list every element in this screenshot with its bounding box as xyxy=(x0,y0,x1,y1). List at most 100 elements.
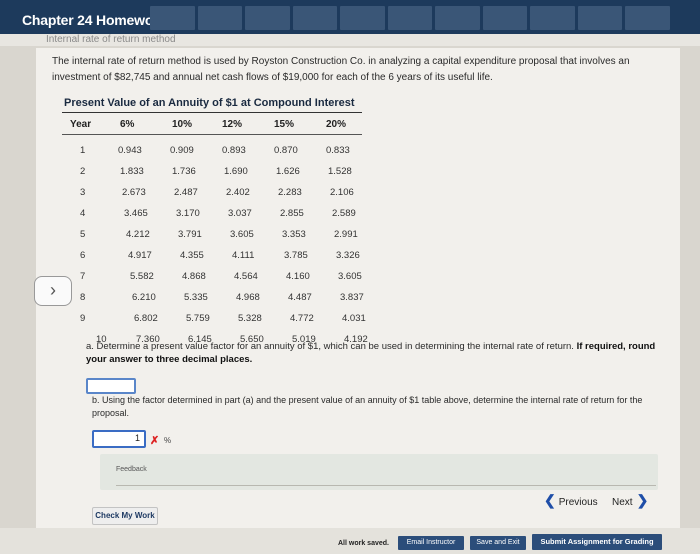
table-value-cell: 4.968 xyxy=(236,292,260,303)
previous-button[interactable]: ❮ Previous xyxy=(544,492,602,510)
question-tab[interactable] xyxy=(340,6,385,30)
table-value-cell: 4.111 xyxy=(232,250,255,261)
incorrect-icon: ✗ xyxy=(150,435,160,447)
table-value-cell: 1.833 xyxy=(120,166,144,177)
table-value-cell: 5.582 xyxy=(130,271,154,282)
question-tab[interactable] xyxy=(245,6,290,30)
table-value-cell: 5.335 xyxy=(184,292,208,303)
check-my-work-button[interactable]: Check My Work xyxy=(92,507,158,525)
table-header: 12% xyxy=(222,119,243,130)
table-year-cell: 8 xyxy=(80,292,86,303)
question-tab[interactable] xyxy=(292,6,338,30)
table-value-cell: 3.465 xyxy=(124,208,148,219)
question-tab[interactable] xyxy=(577,6,623,30)
side-expand-button[interactable]: › xyxy=(34,276,72,306)
table-value-cell: 3.605 xyxy=(230,229,254,240)
question-tab[interactable] xyxy=(387,6,433,30)
save-and-exit-button[interactable]: Save and Exit xyxy=(470,536,526,550)
table-year-cell: 6 xyxy=(80,250,86,261)
table-value-cell: 3.791 xyxy=(178,229,202,240)
table-header: 6% xyxy=(120,119,135,130)
table-value-cell: 4.868 xyxy=(182,271,206,282)
table-value-cell: 2.402 xyxy=(226,187,250,198)
table-year-cell: 2 xyxy=(80,166,86,177)
table-year-cell: 1 xyxy=(80,145,86,156)
table-value-cell: 3.785 xyxy=(284,250,308,261)
table-value-cell: 3.837 xyxy=(340,292,364,303)
table-value-cell: 3.170 xyxy=(176,208,200,219)
table-year-cell: 9 xyxy=(80,313,86,324)
table-value-cell: 2.487 xyxy=(174,187,198,198)
table-value-cell: 4.212 xyxy=(126,229,150,240)
chevron-left-icon: ❮ xyxy=(544,492,556,508)
question-tab[interactable] xyxy=(197,6,243,30)
problem-subtitle: Internal rate of return method xyxy=(46,34,176,45)
table-value-cell: 5.328 xyxy=(238,313,262,324)
table-value-cell: 0.870 xyxy=(274,145,298,156)
percent-unit: % xyxy=(164,436,172,445)
table-value-cell: 2.106 xyxy=(330,187,354,198)
table-value-cell: 2.589 xyxy=(332,208,356,219)
table-value-cell: 4.917 xyxy=(128,250,152,261)
next-label: Next xyxy=(612,497,633,508)
table-value-cell: 1.690 xyxy=(224,166,248,177)
feedback-label: Feedback xyxy=(116,466,147,473)
table-value-cell: 4.031 xyxy=(342,313,366,324)
answer-b-input[interactable]: 1 xyxy=(92,430,146,448)
table-value-cell: 0.893 xyxy=(222,145,246,156)
table-value-cell: 3.326 xyxy=(336,250,360,261)
table-value-cell: 4.487 xyxy=(288,292,312,303)
table-year-cell: 5 xyxy=(80,229,86,240)
pv-table-title: Present Value of an Annuity of $1 at Com… xyxy=(64,97,355,109)
table-value-cell: 0.909 xyxy=(170,145,194,156)
table-value-cell: 4.160 xyxy=(286,271,310,282)
question-tab[interactable] xyxy=(482,6,528,30)
table-value-cell: 4.355 xyxy=(180,250,204,261)
table-header: 10% xyxy=(172,119,193,130)
table-value-cell: 3.605 xyxy=(338,271,362,282)
table-value-cell: 2.673 xyxy=(122,187,146,198)
table-value-cell: 2.283 xyxy=(278,187,302,198)
table-value-cell: 0.833 xyxy=(326,145,350,156)
table-header: Year xyxy=(70,119,92,130)
table-value-cell: 5.759 xyxy=(186,313,210,324)
chapter-title: Chapter 24 Homework xyxy=(22,12,167,28)
table-year-cell: 3 xyxy=(80,187,86,198)
chevron-right-icon: ❯ xyxy=(636,492,649,508)
table-value-cell: 3.037 xyxy=(228,208,252,219)
table-header: 20% xyxy=(326,119,347,130)
question-a-text: a. Determine a present value factor for … xyxy=(86,341,574,352)
previous-label: Previous xyxy=(558,497,598,508)
table-header-rule xyxy=(62,134,362,135)
question-tab[interactable] xyxy=(530,6,575,30)
question-tab[interactable] xyxy=(435,6,480,30)
answer-b-value: 1 xyxy=(134,433,140,443)
table-value-cell: 1.528 xyxy=(328,166,352,177)
chevron-right-icon: › xyxy=(50,280,56,300)
table-year-cell: 4 xyxy=(80,208,86,219)
question-a: a. Determine a present value factor for … xyxy=(86,340,666,366)
table-value-cell: 2.991 xyxy=(334,229,358,240)
table-value-cell: 0.943 xyxy=(118,145,142,156)
table-value-cell: 1.736 xyxy=(172,166,196,177)
email-instructor-button[interactable]: Email Instructor xyxy=(398,536,464,550)
answer-a-input[interactable] xyxy=(86,378,136,394)
table-value-cell: 1.626 xyxy=(276,166,300,177)
table-value-cell: 4.564 xyxy=(234,271,258,282)
table-year-cell: 7 xyxy=(80,271,86,282)
table-header: 15% xyxy=(274,119,295,130)
question-tab[interactable] xyxy=(625,6,671,30)
table-value-cell: 2.855 xyxy=(280,208,304,219)
table-value-cell: 3.353 xyxy=(282,229,306,240)
table-value-cell: 4.772 xyxy=(290,313,314,324)
saved-status: All work saved. xyxy=(338,540,389,547)
next-button[interactable]: Next ❯ xyxy=(612,492,658,510)
table-value-cell: 6.802 xyxy=(134,313,158,324)
question-b-text: b. Using the factor determined in part (… xyxy=(92,395,643,418)
question-tabstrip xyxy=(150,6,671,30)
feedback-divider xyxy=(116,485,656,486)
submit-assignment-button[interactable]: Submit Assignment for Grading xyxy=(532,534,662,550)
table-value-cell: 6.210 xyxy=(132,292,156,303)
problem-intro: The internal rate of return method is us… xyxy=(52,56,630,83)
question-tab[interactable] xyxy=(150,6,195,30)
